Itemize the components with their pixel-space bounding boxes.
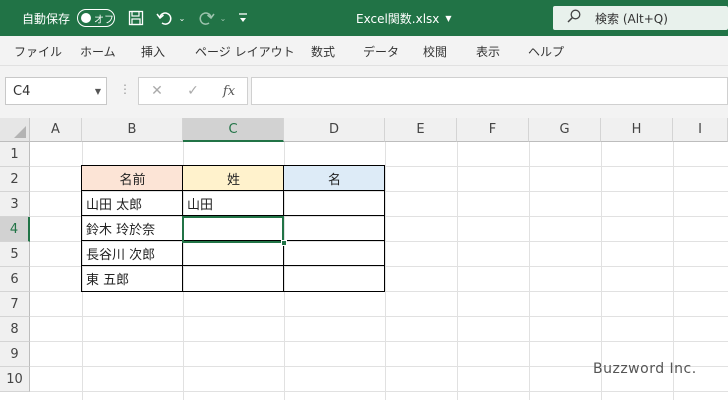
search-icon bbox=[567, 9, 581, 27]
row-header-4[interactable]: 4 bbox=[0, 217, 30, 242]
column-header-e[interactable]: E bbox=[385, 118, 457, 142]
tab-data[interactable]: データ bbox=[363, 36, 399, 66]
redo-dropdown-icon[interactable]: ⌄ bbox=[213, 0, 233, 36]
row-header-8[interactable]: 8 bbox=[0, 317, 30, 342]
customize-icon[interactable] bbox=[233, 0, 253, 36]
row-header-10[interactable]: 10 bbox=[0, 367, 30, 392]
column-header-h[interactable]: H bbox=[601, 118, 673, 142]
tab-view[interactable]: 表示 bbox=[476, 36, 500, 66]
column-header-a[interactable]: A bbox=[30, 118, 82, 142]
enter-icon[interactable]: ✓ bbox=[181, 78, 205, 104]
save-icon[interactable] bbox=[126, 0, 146, 36]
toggle-knob-icon bbox=[81, 13, 91, 23]
name-box[interactable]: C4 ▼ bbox=[5, 77, 107, 105]
insert-function-icon[interactable]: fx bbox=[217, 78, 241, 104]
autosave-label: 自動保存 bbox=[22, 11, 71, 26]
gridline bbox=[385, 142, 386, 400]
name-box-value: C4 bbox=[13, 83, 31, 99]
select-all-button[interactable] bbox=[0, 118, 30, 142]
gridline bbox=[30, 391, 728, 392]
tab-formulas[interactable]: 数式 bbox=[311, 36, 335, 66]
tab-home[interactable]: ホーム bbox=[80, 36, 116, 66]
column-header-i[interactable]: I bbox=[673, 118, 728, 142]
formula-bar: C4 ▼ ⋮ ✕ ✓ fx bbox=[0, 66, 728, 118]
title-bar: 自動保存 オフ ⌄ ⌄ Excel関数.xlsx ▼ 検索 (Alt+Q) bbox=[0, 0, 728, 36]
more-options-icon[interactable]: ⋮ bbox=[119, 82, 131, 96]
select-all-icon bbox=[14, 126, 26, 138]
row-header-3[interactable]: 3 bbox=[0, 192, 30, 217]
file-name[interactable]: Excel関数.xlsx ▼ bbox=[356, 0, 452, 36]
column-header-b[interactable]: B bbox=[82, 118, 183, 142]
search-box[interactable]: 検索 (Alt+Q) bbox=[553, 6, 728, 30]
row-header-6[interactable]: 6 bbox=[0, 267, 30, 292]
formula-input[interactable] bbox=[251, 77, 728, 105]
ribbon-tabs: ファイル ホーム 挿入 ページ レイアウト 数式 データ 校閲 表示 ヘルプ bbox=[0, 36, 728, 66]
cancel-icon[interactable]: ✕ bbox=[145, 78, 169, 104]
row-header-1[interactable]: 1 bbox=[0, 142, 30, 167]
gridline bbox=[30, 341, 728, 342]
search-placeholder: 検索 (Alt+Q) bbox=[595, 11, 668, 26]
fill-handle[interactable] bbox=[281, 240, 287, 246]
table-border bbox=[81, 265, 385, 266]
tab-insert[interactable]: 挿入 bbox=[141, 36, 165, 66]
chevron-down-icon: ▼ bbox=[445, 13, 452, 23]
file-name-text: Excel関数.xlsx bbox=[356, 11, 440, 26]
chevron-down-icon[interactable]: ▼ bbox=[95, 87, 101, 96]
autosave-state: オフ bbox=[94, 14, 114, 26]
tab-page-layout[interactable]: ページ レイアウト bbox=[195, 36, 295, 66]
active-cell-border bbox=[182, 216, 284, 243]
watermark: Buzzword Inc. bbox=[593, 361, 697, 377]
gridline bbox=[30, 316, 728, 317]
tab-file[interactable]: ファイル bbox=[14, 36, 62, 66]
autosave-toggle[interactable]: オフ bbox=[77, 9, 115, 27]
worksheet-grid[interactable]: A B C D E F G H I 1 2 3 4 5 6 7 8 9 10 名… bbox=[0, 118, 728, 400]
tab-review[interactable]: 校閲 bbox=[423, 36, 447, 66]
row-header-5[interactable]: 5 bbox=[0, 242, 30, 267]
column-header-f[interactable]: F bbox=[457, 118, 529, 142]
column-header-g[interactable]: G bbox=[529, 118, 601, 142]
tab-help[interactable]: ヘルプ bbox=[528, 36, 564, 66]
row-header-9[interactable]: 9 bbox=[0, 342, 30, 367]
row-header-2[interactable]: 2 bbox=[0, 167, 30, 192]
row-header-7[interactable]: 7 bbox=[0, 292, 30, 317]
gridline bbox=[529, 142, 530, 400]
undo-dropdown-icon[interactable]: ⌄ bbox=[172, 0, 192, 36]
column-header-c[interactable]: C bbox=[183, 118, 284, 142]
gridline bbox=[457, 142, 458, 400]
table-border bbox=[81, 190, 385, 191]
column-header-d[interactable]: D bbox=[284, 118, 385, 142]
formula-buttons: ✕ ✓ fx bbox=[138, 77, 248, 105]
